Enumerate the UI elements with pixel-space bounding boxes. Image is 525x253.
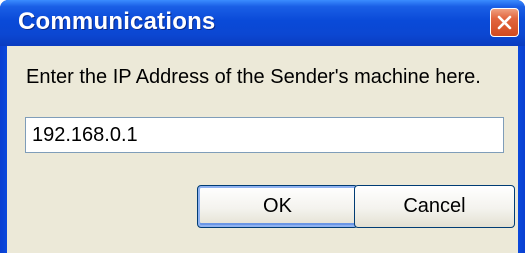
dialog-body: Enter the IP Address of the Sender's mac… (7, 46, 518, 253)
close-icon (497, 15, 512, 30)
close-button[interactable] (490, 8, 519, 37)
ip-prompt-label: Enter the IP Address of the Sender's mac… (26, 66, 481, 88)
dialog-window: Communications Enter the IP Address of t… (0, 0, 525, 253)
ip-address-input[interactable] (25, 117, 504, 153)
window-frame-right (518, 46, 525, 253)
cancel-button[interactable]: Cancel (354, 185, 515, 228)
window-frame-left (0, 46, 7, 253)
title-bar[interactable]: Communications (0, 0, 525, 46)
window-title: Communications (18, 8, 216, 35)
ok-button[interactable]: OK (197, 185, 358, 228)
